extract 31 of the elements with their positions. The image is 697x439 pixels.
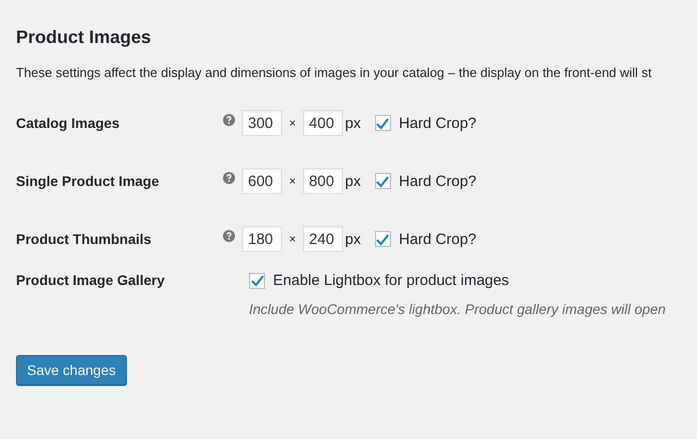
section-description: These settings affect the display and dimensions of images in your catalog – the display on the front-end will st [16, 65, 653, 80]
height-field[interactable]: 240 [303, 226, 344, 252]
help-icon[interactable] [223, 172, 235, 184]
setting-label: Product Thumbnails [16, 231, 152, 247]
setting-label: Single Product Image [16, 173, 160, 189]
checkbox[interactable] [374, 115, 391, 131]
unit-label: px [345, 114, 361, 132]
checkbox-label: Hard Crop? [398, 114, 476, 132]
unit-label: px [345, 172, 361, 190]
checkbox[interactable] [249, 272, 265, 288]
height-field[interactable]: 800 [303, 168, 344, 194]
checkbox[interactable] [374, 173, 391, 189]
help-icon[interactable] [223, 230, 235, 242]
times-sign: × [289, 232, 296, 246]
option-description: Include WooCommerce's lightbox. Product gallery images will open [249, 301, 667, 317]
checkbox[interactable] [374, 231, 391, 247]
section-heading: Product Images [16, 27, 152, 48]
times-sign: × [289, 116, 296, 130]
width-field[interactable]: 600 [242, 168, 282, 194]
checkbox-label: Enable Lightbox for product images [273, 272, 509, 289]
checkbox-label: Hard Crop? [398, 230, 476, 248]
times-sign: × [289, 174, 296, 188]
setting-label: Product Image Gallery [16, 272, 166, 289]
save-button[interactable]: Save changes [16, 355, 127, 385]
width-field[interactable]: 300 [242, 110, 282, 136]
height-field[interactable]: 400 [303, 110, 344, 136]
setting-label: Catalog Images [16, 115, 120, 131]
help-icon[interactable] [223, 114, 235, 126]
checkbox-label: Hard Crop? [398, 172, 476, 190]
width-field[interactable]: 180 [242, 226, 282, 252]
unit-label: px [345, 230, 361, 248]
